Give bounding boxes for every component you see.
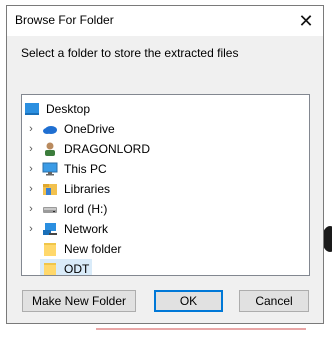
cancel-button[interactable]: Cancel — [239, 290, 309, 312]
drive-icon — [42, 201, 58, 217]
tree-item-onedrive[interactable]: OneDrive — [42, 119, 118, 139]
chevron-right-icon[interactable]: › — [26, 163, 36, 175]
tree-item-new-folder[interactable]: New folder — [42, 239, 124, 259]
browse-for-folder-dialog: Browse For Folder ✕ Select a folder to s… — [6, 5, 324, 324]
chevron-right-icon[interactable]: › — [26, 203, 36, 215]
chevron-right-icon[interactable]: › — [26, 123, 36, 135]
close-button[interactable]: ✕ — [289, 6, 323, 36]
instruction-text: Select a folder to store the extracted f… — [21, 46, 239, 60]
tree-item-label: Desktop — [46, 102, 91, 116]
chevron-right-icon[interactable]: › — [26, 223, 36, 235]
tree-item-label: Network — [64, 222, 109, 236]
tree-item-label: OneDrive — [64, 122, 115, 136]
tree-item-label: lord (H:) — [64, 202, 108, 216]
dialog-title: Browse For Folder — [15, 13, 114, 27]
make-new-folder-button[interactable]: Make New Folder — [22, 290, 136, 312]
libraries-icon — [42, 181, 58, 197]
tree-item-lord-drive[interactable]: lord (H:) — [42, 199, 110, 219]
close-icon: ✕ — [298, 10, 314, 31]
tree-item-label: This PC — [64, 162, 107, 176]
folder-icon — [42, 241, 58, 257]
network-icon — [42, 221, 58, 237]
chevron-right-icon[interactable]: › — [26, 183, 36, 195]
tree-item-label: DRAGONLORD — [64, 142, 151, 156]
tree-item-label: ODT — [64, 262, 90, 276]
tree-item-desktop[interactable]: Desktop — [24, 99, 93, 119]
tree-item-label: New folder — [64, 242, 122, 256]
tree-item-libraries[interactable]: Libraries — [42, 179, 113, 199]
folder-tree[interactable]: Desktop › OneDrive › DRAGONLORD › This P… — [21, 94, 310, 276]
tree-item-label: Libraries — [64, 182, 111, 196]
computer-icon — [42, 161, 58, 177]
tree-item-odt[interactable]: ODT — [40, 259, 93, 276]
title-bar[interactable]: Browse For Folder ✕ — [7, 6, 323, 36]
ok-button[interactable]: OK — [154, 290, 223, 312]
chevron-right-icon[interactable]: › — [26, 143, 36, 155]
background-accent-line — [96, 328, 306, 330]
tree-item-dragonlord[interactable]: DRAGONLORD — [42, 139, 153, 159]
cloud-icon — [42, 121, 58, 137]
tree-item-network[interactable]: Network — [42, 219, 111, 239]
desktop-icon — [24, 101, 40, 117]
folder-icon — [42, 261, 58, 275]
tree-item-this-pc[interactable]: This PC — [42, 159, 110, 179]
user-icon — [42, 141, 58, 157]
